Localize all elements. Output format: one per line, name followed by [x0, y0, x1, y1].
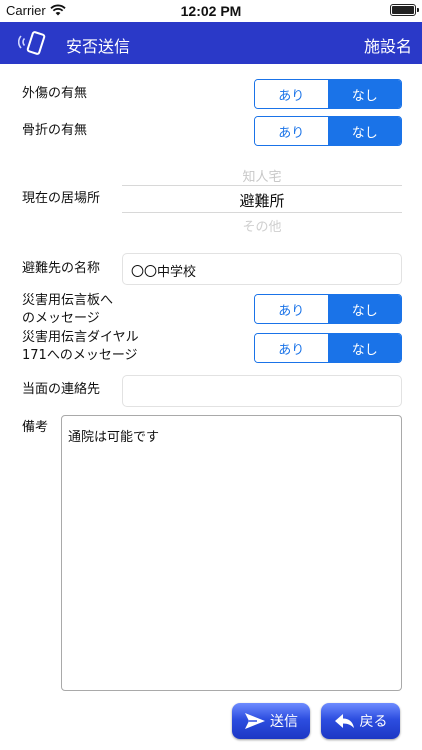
injury-label: 外傷の有無 — [22, 86, 88, 101]
board-message-segmented-control[interactable]: あり なし — [254, 294, 402, 324]
location-picker[interactable]: 知人宅 避難所 その他 — [122, 160, 402, 236]
notes-textarea[interactable]: 通院は可能です — [61, 415, 402, 691]
board-message-label: 災害用伝言板へ のメッセージ — [22, 292, 113, 328]
battery-icon — [390, 4, 419, 16]
picker-divider — [122, 212, 402, 213]
dial-message-segmented-control[interactable]: あり なし — [254, 333, 402, 363]
shelter-name-label: 避難先の名称 — [22, 261, 101, 276]
facility-name-button[interactable]: 施設名 — [364, 33, 412, 57]
shelter-name-input[interactable]: 〇〇中学校 — [122, 253, 402, 285]
phone-signal-icon — [18, 31, 46, 55]
dial-message-label-line1: 災害用伝言ダイヤル — [22, 330, 139, 345]
clock: 12:02 PM — [180, 3, 242, 19]
board-message-option-yes[interactable]: あり — [255, 295, 329, 323]
send-button-label: 送信 — [270, 714, 298, 730]
location-label: 現在の居場所 — [22, 191, 101, 206]
picker-item[interactable]: その他 — [122, 216, 402, 235]
fracture-segmented-control[interactable]: あり なし — [254, 116, 402, 146]
fracture-option-yes[interactable]: あり — [255, 117, 329, 145]
injury-segmented-control[interactable]: あり なし — [254, 79, 402, 109]
board-message-option-no[interactable]: なし — [328, 295, 401, 323]
dial-message-label-line2: 171へのメッセージ — [22, 348, 138, 363]
nav-bar: 安否送信 施設名 — [0, 22, 422, 64]
paper-plane-icon — [245, 713, 265, 729]
injury-option-no[interactable]: なし — [328, 80, 401, 108]
back-button[interactable]: 戻る — [321, 703, 400, 739]
notes-label: 備考 — [22, 420, 49, 435]
dial-message-option-no[interactable]: なし — [328, 334, 401, 362]
send-button[interactable]: 送信 — [232, 703, 310, 739]
contact-label: 当面の連絡先 — [22, 382, 101, 397]
fracture-label: 骨折の有無 — [22, 123, 88, 138]
contact-input[interactable] — [122, 375, 402, 407]
dial-message-label: 災害用伝言ダイヤル 171へのメッセージ — [22, 329, 139, 365]
return-arrow-icon — [334, 714, 354, 728]
picker-divider — [122, 185, 402, 186]
board-message-label-line2: のメッセージ — [22, 311, 100, 326]
dial-message-option-yes[interactable]: あり — [255, 334, 329, 362]
picker-item[interactable]: 知人宅 — [122, 166, 402, 185]
page-title: 安否送信 — [66, 37, 131, 56]
fracture-option-no[interactable]: なし — [328, 117, 401, 145]
back-button-label: 戻る — [359, 714, 388, 730]
board-message-label-line1: 災害用伝言板へ — [22, 293, 114, 308]
picker-item-selected[interactable]: 避難所 — [122, 190, 402, 211]
status-bar: Carrier 12:02 PM — [0, 0, 422, 22]
injury-option-yes[interactable]: あり — [255, 80, 329, 108]
